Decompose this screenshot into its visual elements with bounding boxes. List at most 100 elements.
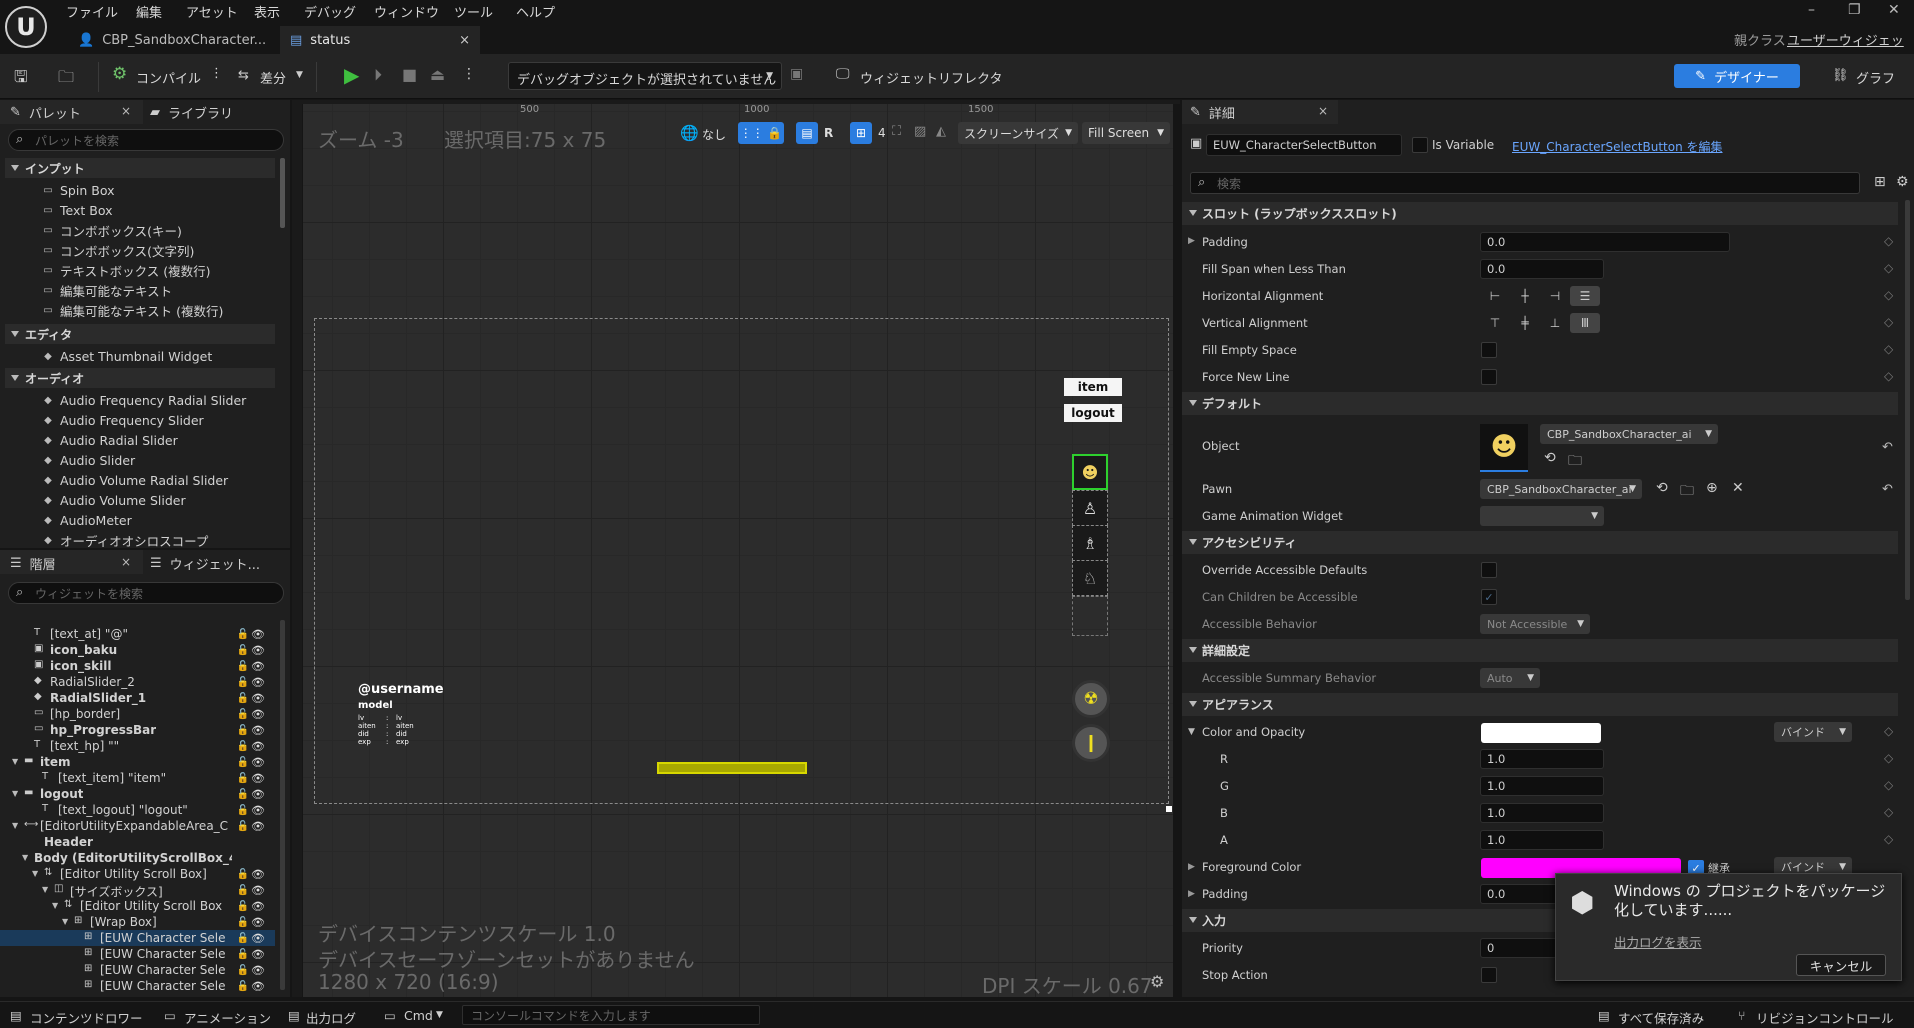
lock-icon[interactable]: 🔓 (237, 805, 249, 816)
palette-item[interactable]: ▭ コンボボックス(文字列) (42, 240, 194, 260)
details-scrollbar[interactable] (1905, 200, 1910, 600)
minimize-button[interactable]: – (1808, 2, 1815, 18)
r-toggle[interactable]: R (824, 126, 833, 140)
content-drawer-button[interactable]: コンテンツドロワー (30, 1008, 143, 1027)
lock-icon[interactable]: 🔓 (237, 869, 249, 880)
category-default[interactable]: デフォルト (1182, 392, 1898, 415)
settings-icon[interactable]: ⚙ (1896, 174, 1909, 190)
palette-item[interactable]: ◆ Audio Radial Slider (42, 430, 178, 450)
browse-icon[interactable]: 🗀 (58, 66, 74, 93)
save-icon[interactable]: 🖫 (14, 66, 28, 93)
category-editor[interactable]: エディタ (5, 324, 275, 344)
close-hierarchy-icon[interactable]: × (121, 555, 131, 569)
visibility-icon[interactable]: 👁 (251, 932, 265, 945)
palette-search-input[interactable]: ⌕ パレットを検索 (8, 129, 284, 151)
tab-status[interactable]: ▤ status × (280, 26, 480, 54)
keyframe-icon[interactable]: ◇ (1884, 778, 1893, 792)
children-accessible-checkbox[interactable]: ✓ (1481, 589, 1497, 605)
palette-item[interactable]: ◆ オーディオオシロスコープ (42, 530, 208, 550)
valign-top-icon[interactable]: ⊤ (1480, 313, 1510, 333)
tab-cbp-sandbox[interactable]: 👤 CBP_SandboxCharacter... (68, 26, 278, 54)
widget-reflector-button[interactable]: ウィジェットリフレクタ (860, 68, 1002, 87)
category-slot[interactable]: スロット (ラップボックススロット) (1182, 202, 1898, 225)
compile-options-icon[interactable]: ⋮ (210, 66, 223, 81)
close-window-button[interactable]: ✕ (1888, 2, 1900, 18)
expand-arrow-icon[interactable]: ▼ (52, 901, 58, 910)
widget-name-input[interactable]: EUW_CharacterSelectButton (1206, 134, 1402, 156)
b-input[interactable]: 1.0 (1480, 803, 1604, 823)
override-accessible-checkbox[interactable] (1481, 562, 1497, 578)
expand-icon[interactable]: ▶ (1188, 236, 1195, 246)
palette-item[interactable]: ▭ テキストボックス (複数行) (42, 260, 210, 280)
is-variable-checkbox[interactable] (1412, 137, 1428, 153)
play-options-icon[interactable]: ⋮ (462, 66, 476, 82)
r-input[interactable]: 1.0 (1480, 749, 1604, 769)
palette-item[interactable]: ◆ Audio Volume Radial Slider (42, 470, 228, 490)
localization-none[interactable]: なし (702, 126, 726, 143)
lock-icon[interactable]: 🔓 (237, 773, 249, 784)
cancel-button[interactable]: キャンセル (1796, 954, 1886, 976)
expand-arrow-icon[interactable]: ▼ (62, 917, 68, 926)
visibility-icon[interactable]: 👁 (251, 660, 265, 673)
palette-item[interactable]: ◆ Audio Frequency Slider (42, 410, 204, 430)
table-view-icon[interactable]: ⊞ (1874, 174, 1886, 190)
palette-item[interactable]: ◆ Asset Thumbnail Widget (42, 346, 212, 366)
expand-arrow-icon[interactable]: ▼ (12, 757, 18, 766)
menu-item[interactable]: ウィンドウ (374, 2, 439, 21)
menu-item[interactable]: アセット (186, 2, 238, 21)
hierarchy-row[interactable]: ⊞ [EUW Character Sele 🔓 👁 (0, 930, 275, 946)
tab-hierarchy[interactable]: ☰ 階層 (10, 551, 56, 575)
tab-widget[interactable]: ☰ ウィジェット... (150, 551, 260, 575)
character-thumbnail[interactable]: ♘ (1072, 560, 1108, 596)
palette-item[interactable]: ▭ Text Box (42, 200, 112, 220)
keyframe-icon[interactable]: ◇ (1884, 342, 1893, 356)
step-icon[interactable]: ⏵ (374, 65, 382, 85)
hierarchy-row[interactable]: ⊞ [EUW Character Sele 🔓 👁 (0, 978, 275, 994)
tab-library[interactable]: ▰ ライブラリ (150, 100, 233, 124)
visibility-icon[interactable]: 👁 (251, 804, 265, 817)
logout-button[interactable]: logout (1064, 404, 1122, 422)
category-input[interactable]: インプット (5, 158, 275, 178)
respect-locks-icon[interactable]: ▤ (796, 122, 818, 144)
align-center-icon[interactable]: ┼ (1510, 286, 1540, 306)
visibility-icon[interactable]: 👁 (251, 916, 265, 929)
align-left-icon[interactable]: ⊢ (1480, 286, 1510, 306)
menu-item[interactable]: デバッグ (304, 2, 356, 21)
palette-item[interactable]: ◆ Audio Slider (42, 450, 135, 470)
hierarchy-row[interactable]: ▼ ⟷ [EditorUtilityExpandableArea_C 🔓 👁 (0, 818, 275, 834)
g-input[interactable]: 1.0 (1480, 776, 1604, 796)
hierarchy-row[interactable]: T [text_hp] "" 🔓 👁 (0, 738, 275, 754)
graph-button[interactable]: グラフ (1856, 68, 1895, 87)
reset-icon[interactable]: ↶ (1882, 440, 1893, 455)
keyframe-icon[interactable]: ◇ (1884, 805, 1893, 819)
expand-arrow-icon[interactable]: ▼ (32, 869, 38, 878)
revision-control-button[interactable]: リビジョンコントロール (1756, 1008, 1894, 1027)
close-details-icon[interactable]: × (1318, 104, 1328, 118)
menu-item[interactable]: 表示 (254, 2, 280, 21)
expand-icon[interactable]: ▶ (1188, 862, 1195, 872)
grid-snap-icon[interactable]: ⊞ (850, 122, 872, 144)
visibility-icon[interactable]: 👁 (251, 820, 265, 833)
close-palette-icon[interactable]: × (121, 104, 131, 118)
menu-item[interactable]: ヘルプ (516, 2, 555, 21)
lock-icon[interactable]: 🔓 (237, 821, 249, 832)
hierarchy-row[interactable]: ◆ RadialSlider_2 🔓 👁 (0, 674, 275, 690)
visibility-icon[interactable]: 👁 (251, 884, 265, 897)
palette-scrollbar[interactable] (280, 158, 285, 228)
cmd-dropdown[interactable]: Cmd (404, 1008, 433, 1023)
hierarchy-row[interactable]: ▭ hp_ProgressBar 🔓 👁 (0, 722, 275, 738)
image-icon[interactable]: ▨ (914, 124, 926, 139)
debug-object-dropdown[interactable]: デバッグオブジェクトが選択されていません ▼ (508, 62, 782, 90)
play-icon[interactable]: ▶ (344, 63, 359, 87)
lock-toggle[interactable]: ⋮⋮ 🔒 (738, 122, 784, 144)
lock-icon[interactable]: 🔓 (237, 741, 249, 752)
stop-icon[interactable]: ■ (402, 65, 417, 84)
game-animation-widget-dropdown[interactable]: ▼ (1480, 506, 1604, 526)
globe-icon[interactable]: 🌐 (680, 124, 699, 142)
lock-icon[interactable]: 🔓 (237, 757, 249, 768)
padding-input[interactable]: 0.0 (1480, 232, 1730, 252)
visibility-icon[interactable]: 👁 (251, 964, 265, 977)
keyframe-icon[interactable]: ◇ (1884, 288, 1893, 302)
hierarchy-row[interactable]: ▼ ⊞ [Wrap Box] 🔓 👁 (0, 914, 275, 930)
fill-screen-dropdown[interactable]: Fill Screen ▼ (1082, 122, 1170, 144)
